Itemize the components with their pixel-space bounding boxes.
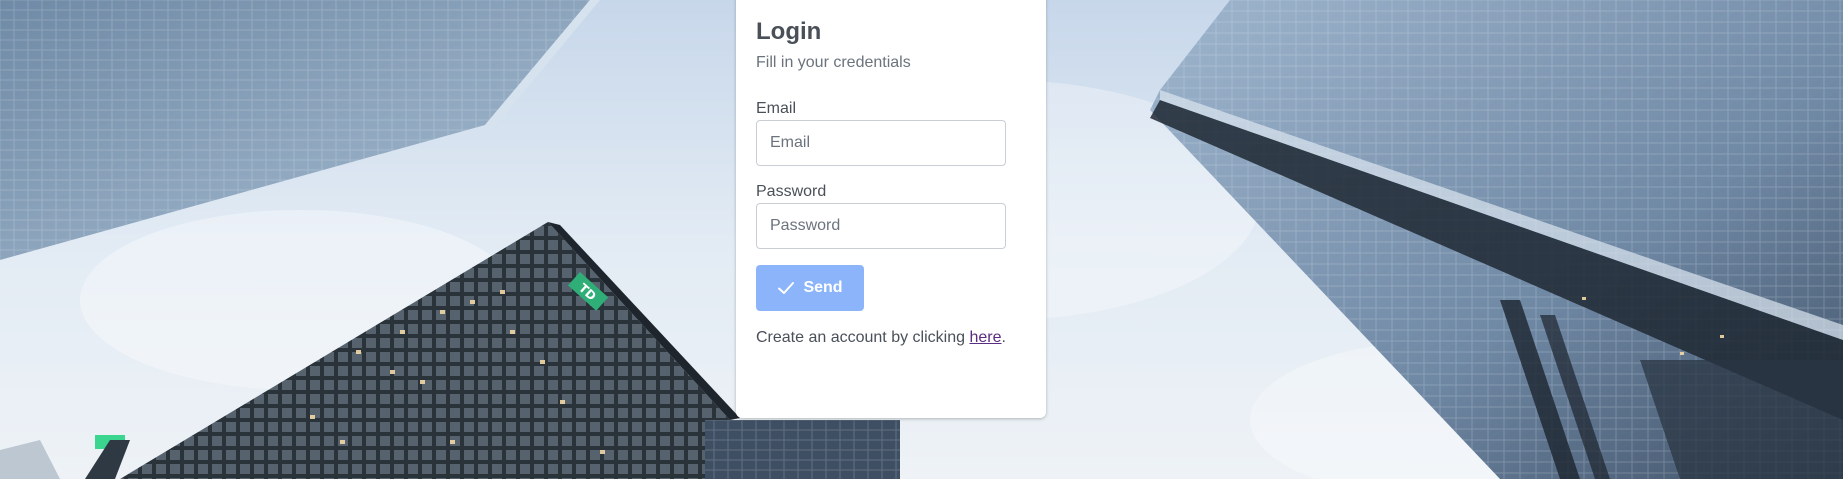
create-account-suffix: . [1001, 329, 1006, 346]
login-page: TD Login Fill in your credentials Email [0, 0, 1843, 479]
login-card: Login Fill in your credentials Email Pas… [736, 0, 1046, 418]
create-account-text: Create an account by clicking here. [756, 328, 1026, 348]
password-field[interactable] [756, 203, 1006, 249]
login-subtitle: Fill in your credentials [756, 54, 911, 71]
create-account-prefix: Create an account by clicking [756, 329, 970, 346]
password-label: Password [756, 183, 827, 200]
email-label: Email [756, 100, 797, 117]
email-field[interactable] [756, 120, 1006, 166]
send-button[interactable]: Send [756, 265, 864, 311]
check-icon [777, 279, 795, 297]
login-title: Login [756, 18, 822, 45]
send-button-label: Send [803, 279, 843, 296]
create-account-link[interactable]: here [969, 329, 1001, 346]
